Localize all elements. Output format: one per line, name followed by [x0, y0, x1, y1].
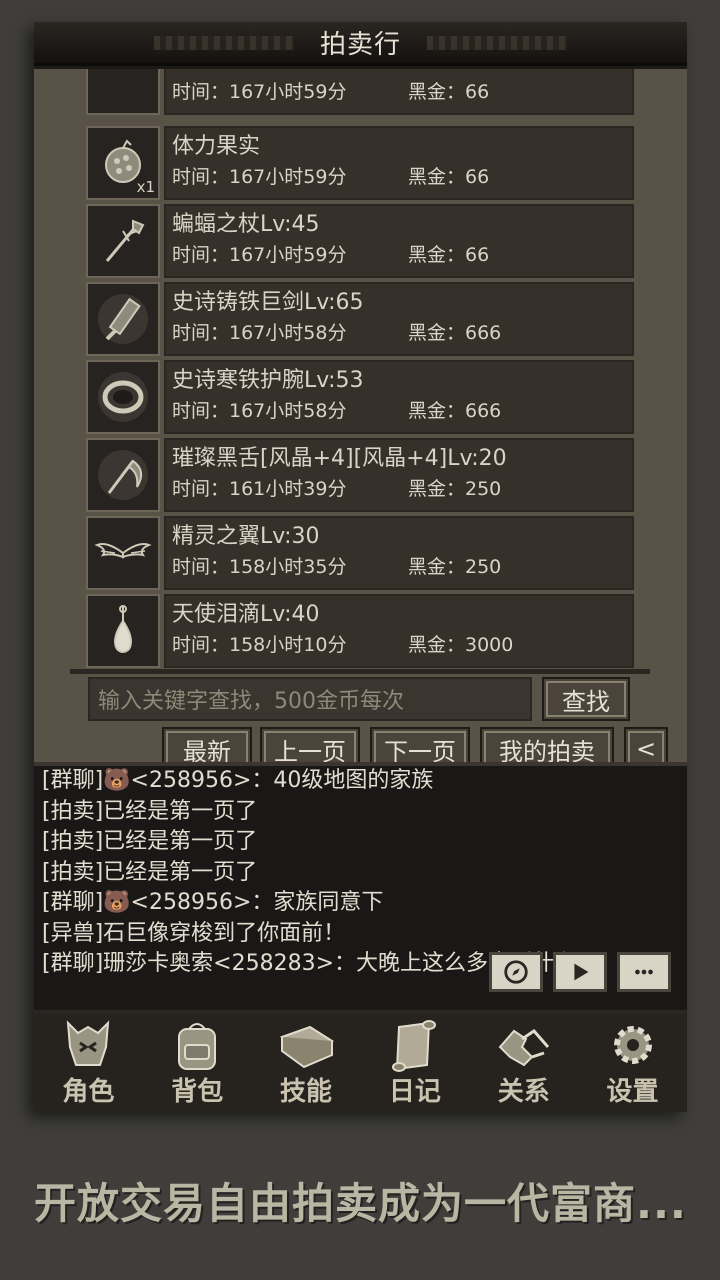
- item-time: 时间：167小时59分: [172, 81, 347, 103]
- backpack-icon: [178, 1023, 217, 1070]
- scythe-icon: [86, 438, 160, 512]
- item-meta: 时间：158小时10分 黑金：3000: [172, 630, 632, 660]
- item-time: 时间：158小时35分: [172, 556, 347, 578]
- nav-label: 日记: [388, 1077, 441, 1107]
- staff-icon: [86, 204, 160, 278]
- nav-item-skills[interactable]: 技能: [256, 1017, 356, 1108]
- item-quantity: x1: [136, 178, 155, 196]
- item-price: 黑金：66: [408, 166, 490, 188]
- item-time: 时间：167小时59分: [172, 244, 347, 266]
- auction-list[interactable]: 时间：167小时59分 黑金：66 x1 体力果实 时间：167小时59分 黑金…: [86, 69, 634, 669]
- item-meta: 时间：167小时58分 黑金：666: [172, 396, 632, 426]
- scroll-icon: [391, 1020, 436, 1072]
- video-icon[interactable]: [553, 952, 607, 992]
- list-item[interactable]: 蝙蝠之杖Lv:45 时间：167小时59分 黑金：66: [86, 204, 634, 278]
- title-text: 拍卖行: [319, 30, 401, 60]
- auction-panel: 时间：167小时59分 黑金：66 x1 体力果实 时间：167小时59分 黑金…: [34, 69, 687, 779]
- page-title: 拍卖行: [34, 22, 687, 66]
- chat-line: [拍卖]已经是第一页了: [42, 798, 258, 824]
- item-name: 精灵之翼Lv:30: [172, 524, 320, 549]
- compass-icon[interactable]: [489, 952, 543, 992]
- bracer-icon: [86, 360, 160, 434]
- list-item[interactable]: x1 体力果实 时间：167小时59分 黑金：66: [86, 126, 634, 200]
- item-meta: 时间：167小时59分 黑金：66: [172, 240, 632, 270]
- list-item[interactable]: 璀璨黑舌[风晶+4][风晶+4]Lv:20 时间：161小时39分 黑金：250: [86, 438, 634, 512]
- greatsword-icon: [86, 282, 160, 356]
- list-item[interactable]: 天使泪滴Lv:40 时间：158小时10分 黑金：3000: [86, 594, 634, 668]
- chat-line: [群聊]🐻<258956>：40级地图的家族: [42, 768, 434, 793]
- divider: [70, 669, 650, 674]
- search-button[interactable]: 查找: [542, 677, 630, 721]
- item-info: 天使泪滴Lv:40 时间：158小时10分 黑金：3000: [164, 594, 634, 668]
- nav-label: 背包: [171, 1077, 224, 1107]
- item-info: 蝙蝠之杖Lv:45 时间：167小时59分 黑金：66: [164, 204, 634, 278]
- nav-item-relations[interactable]: 关系: [474, 1017, 574, 1108]
- item-price: 黑金：3000: [408, 634, 514, 656]
- item-meta: 时间：167小时59分 黑金：66: [172, 162, 632, 192]
- list-item[interactable]: 时间：167小时59分 黑金：66: [86, 69, 634, 115]
- handshake-icon: [498, 1029, 549, 1067]
- nav-label: 角色: [62, 1077, 115, 1107]
- item-price: 黑金：250: [408, 556, 502, 578]
- item-meta: 时间：161小时39分 黑金：250: [172, 474, 632, 504]
- teardrop-icon: [86, 594, 160, 668]
- item-price: 黑金：66: [408, 244, 490, 266]
- item-name: 璀璨黑舌[风晶+4][风晶+4]Lv:20: [172, 446, 507, 471]
- item-price: 黑金：66: [408, 81, 490, 103]
- item-info: 精灵之翼Lv:30 时间：158小时35分 黑金：250: [164, 516, 634, 590]
- nav-item-diary[interactable]: 日记: [365, 1017, 465, 1108]
- nav-item-backpack[interactable]: 背包: [147, 1017, 247, 1108]
- item-name: 体力果实: [172, 134, 261, 159]
- wings-icon: [86, 516, 160, 590]
- nav-label: 技能: [280, 1077, 333, 1107]
- game-window: 拍卖行 时间：167小时59分 黑金：66 x1 体力果实 时间：167小时59…: [34, 22, 687, 1112]
- nav-item-settings[interactable]: 设置: [583, 1017, 683, 1108]
- item-info: 史诗寒铁护腕Lv:53 时间：167小时58分 黑金：666: [164, 360, 634, 434]
- item-price: 黑金：666: [408, 322, 502, 344]
- item-meta: 时间：158小时35分 黑金：250: [172, 552, 632, 582]
- item-info: 体力果实 时间：167小时59分 黑金：66: [164, 126, 634, 200]
- item-time: 时间：167小时58分: [172, 322, 347, 344]
- bottom-nav: 角色 背包 技能 日记 关系 设置: [34, 1010, 687, 1112]
- chat-line: [拍卖]已经是第一页了: [42, 859, 258, 885]
- item-info: 史诗铸铁巨剑Lv:65 时间：167小时58分 黑金：666: [164, 282, 634, 356]
- message-icon[interactable]: [617, 952, 671, 992]
- helmet-icon: [67, 1020, 110, 1066]
- nav-label: 关系: [497, 1077, 550, 1107]
- item-time: 时间：161小时39分: [172, 478, 347, 500]
- chat-line: [群聊]🐻<258956>：家族同意下: [42, 890, 384, 915]
- nav-label: 设置: [606, 1077, 659, 1107]
- gear-icon: [613, 1026, 652, 1064]
- item-info: 时间：167小时59分 黑金：66: [164, 69, 634, 115]
- search-input[interactable]: 输入关键字查找，500金币每次: [88, 677, 532, 721]
- item-time: 时间：167小时58分: [172, 400, 347, 422]
- list-item[interactable]: 精灵之翼Lv:30 时间：158小时35分 黑金：250: [86, 516, 634, 590]
- item-meta: 时间：167小时58分 黑金：666: [172, 318, 632, 348]
- item-time: 时间：158小时10分: [172, 634, 347, 656]
- chat-line: [拍卖]已经是第一页了: [42, 829, 258, 854]
- book-icon: [279, 1025, 335, 1069]
- chevron-left-icon: <: [635, 735, 657, 763]
- list-item[interactable]: 史诗铸铁巨剑Lv:65 时间：167小时58分 黑金：666: [86, 282, 634, 356]
- item-name: 蝙蝠之杖Lv:45: [172, 212, 320, 237]
- item-name: 史诗铸铁巨剑Lv:65: [172, 290, 364, 315]
- chat-actions: [489, 952, 671, 992]
- item-meta: 时间：167小时59分 黑金：66: [172, 77, 632, 107]
- list-item[interactable]: 史诗寒铁护腕Lv:53 时间：167小时58分 黑金：666: [86, 360, 634, 434]
- item-name: [172, 69, 632, 77]
- promo-caption: 开放交易自由拍卖成为一代富商...: [34, 1179, 687, 1228]
- chat-panel[interactable]: [群聊]🐻<258956>：40级地图的家族 [拍卖]已经是第一页了 [拍卖]已…: [34, 762, 687, 1022]
- search-button-label: 查找: [562, 687, 610, 716]
- item-name: 史诗寒铁护腕Lv:53: [172, 368, 364, 393]
- item-time: 时间：167小时59分: [172, 166, 347, 188]
- search-placeholder: 输入关键字查找，500金币每次: [98, 689, 404, 714]
- fruit-icon: x1: [86, 126, 160, 200]
- chat-line: [异兽]石巨像穿梭到了你面前！: [42, 920, 346, 946]
- item-name: 天使泪滴Lv:40: [172, 602, 320, 627]
- item-price: 黑金：250: [408, 478, 502, 500]
- nav-item-character[interactable]: 角色: [38, 1017, 138, 1108]
- item-price: 黑金：666: [408, 400, 502, 422]
- item-slot: [86, 69, 160, 115]
- item-info: 璀璨黑舌[风晶+4][风晶+4]Lv:20 时间：161小时39分 黑金：250: [164, 438, 634, 512]
